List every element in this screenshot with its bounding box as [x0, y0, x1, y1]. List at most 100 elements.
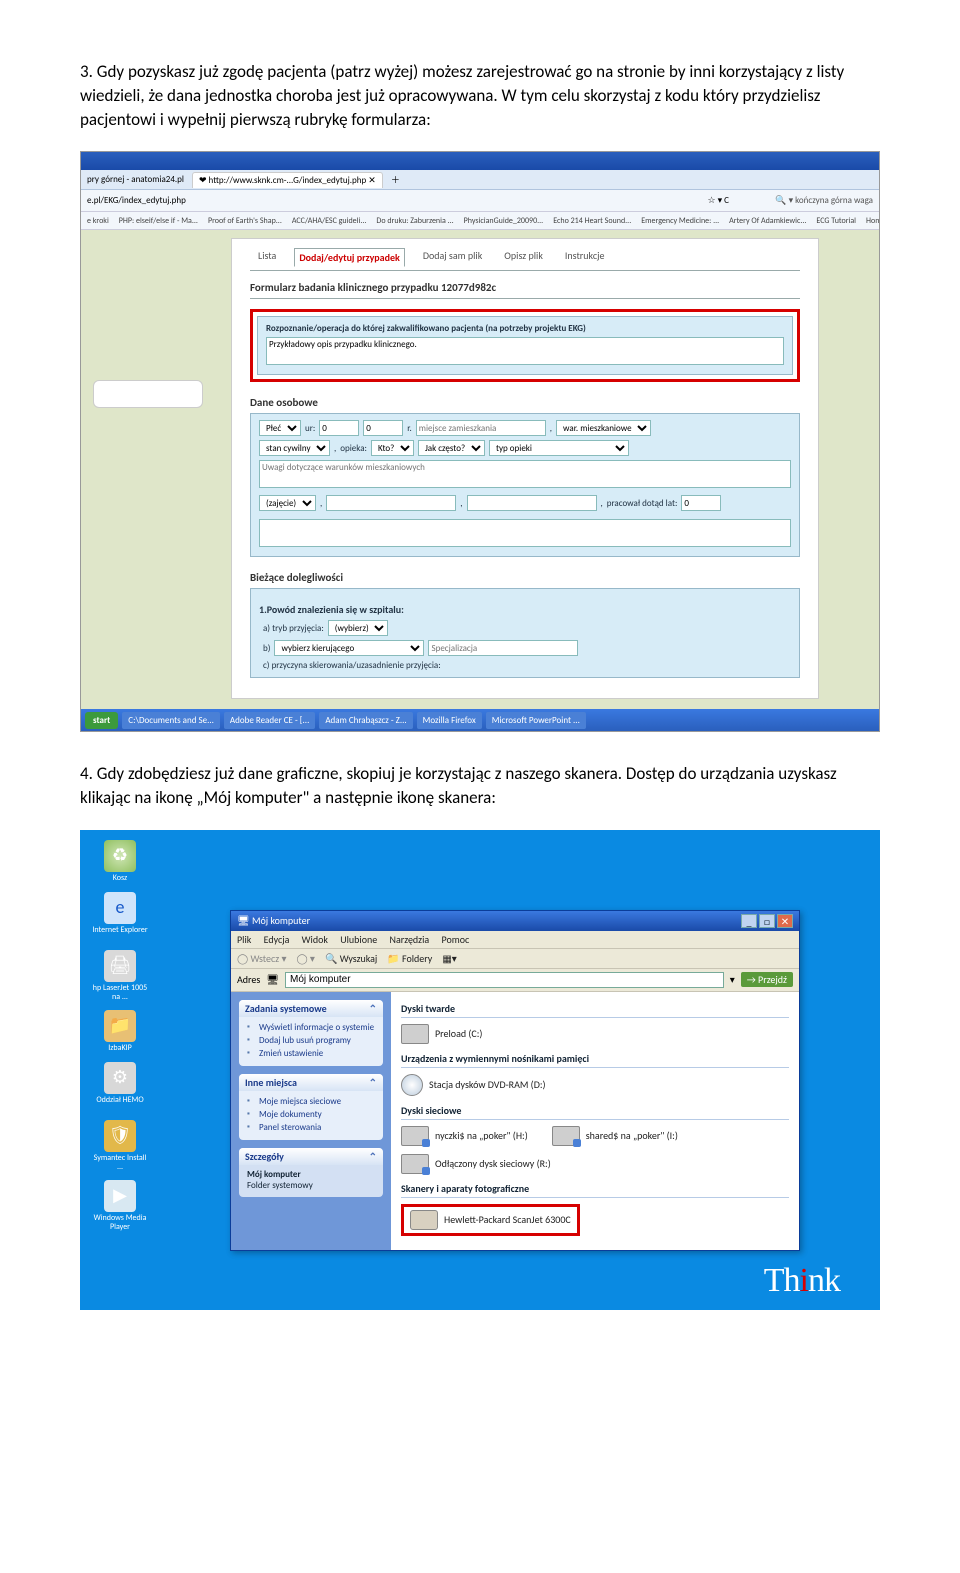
browser-tab[interactable]: pry górnej - anatomia24.pl [87, 174, 184, 185]
taskbar-item[interactable]: C:\Documents and Se... [122, 712, 220, 729]
sidebar-heading[interactable]: Zadania systemowe [239, 1000, 383, 1017]
opieka-jak-select[interactable]: Jak często? [418, 440, 485, 456]
sidebar-zadania: Zadania systemowe Wyświetl informacje o … [239, 1000, 383, 1066]
bookmark-item[interactable]: Emergency Medicine: ... [641, 216, 719, 226]
back-button[interactable]: ◯ Wstecz ▾ [237, 952, 286, 965]
bookmark-item[interactable]: PhysicianGuide_20090... [464, 216, 544, 226]
maximize-button[interactable]: □ [759, 914, 775, 928]
kierujacy-label-b: b) [263, 643, 270, 654]
search-field[interactable]: 🔍 ▾ kończyna górna waga [733, 195, 873, 206]
form-tabs: Lista Dodaj/edytuj przypadek Dodaj sam p… [250, 247, 800, 271]
sidebar-link[interactable]: Moje dokumenty [245, 1108, 377, 1121]
bookmark-item[interactable]: Home [866, 216, 879, 226]
taskbar-item[interactable]: Mozilla Firefox [417, 712, 482, 729]
form-card: Lista Dodaj/edytuj przypadek Dodaj sam p… [231, 238, 819, 699]
uwagi-warunkow-textarea[interactable] [259, 460, 791, 488]
miejsce-input[interactable] [416, 420, 546, 436]
address-dropdown-icon[interactable]: ▾ [730, 973, 735, 986]
menu-pomoc[interactable]: Pomoc [441, 933, 469, 946]
bookmark-item[interactable]: Proof of Earth's Shap... [208, 216, 282, 226]
tab-dodaj-edytuj[interactable]: Dodaj/edytuj przypadek [294, 248, 404, 267]
kierujacy-select[interactable]: wybierz kierującego [274, 640, 424, 656]
rozpoznanie-textarea[interactable]: Przykładowy opis przypadku klinicznego. [266, 337, 784, 365]
sidebar-link[interactable]: Zmień ustawienie [245, 1047, 377, 1060]
pracowal-label: pracował dotąd lat: [607, 498, 678, 509]
warunki-select[interactable]: war. mieszkaniowe [556, 420, 651, 436]
media-player-icon: ▶ [104, 1180, 136, 1212]
sidebar-link[interactable]: Panel sterowania [245, 1121, 377, 1134]
sidebar-heading[interactable]: Szczegóły [239, 1148, 383, 1165]
explorer-window: 🖥 Mój komputer _□✕ Plik Edycja Widok Ulu… [230, 910, 800, 1251]
ur-month[interactable] [363, 420, 403, 436]
desktop-icon-ie[interactable]: eInternet Explorer [92, 892, 148, 935]
bookmark-item[interactable]: ECG Tutorial [816, 216, 856, 226]
start-button[interactable]: start [85, 712, 118, 729]
scanner-device[interactable]: Hewlett-Packard ScanJet 6300C [410, 1210, 571, 1230]
desktop-icon-recycle[interactable]: ♻Kosz [92, 840, 148, 883]
drive-dvd[interactable]: Stacja dysków DVD-RAM (D:) [401, 1074, 546, 1096]
zajecie-extra-2[interactable] [467, 495, 597, 511]
go-button[interactable]: → Przejdź [741, 972, 793, 987]
address-input[interactable] [285, 972, 724, 988]
firefox-window-screenshot: pry górnej - anatomia24.pl ❤ http://www.… [80, 151, 880, 732]
opieka-kto-select[interactable]: Kto? [371, 440, 414, 456]
new-tab-button[interactable]: ＋ [391, 173, 400, 186]
url-field[interactable]: e.pl/EKG/index_edytuj.php [87, 195, 704, 206]
scanner-icon [410, 1210, 438, 1230]
menu-narzedzia[interactable]: Narzędzia [389, 933, 429, 946]
search-button[interactable]: 🔍 Wyszukaj [325, 952, 377, 965]
tab-instrukcje[interactable]: Instrukcje [561, 247, 609, 266]
bookmark-item[interactable]: Echo 214 Heart Sound... [553, 216, 631, 226]
desktop-icon-symantec[interactable]: 🛡Symantec Install ... [92, 1120, 148, 1172]
menu-plik[interactable]: Plik [237, 933, 251, 946]
tab-dodaj-plik[interactable]: Dodaj sam plik [419, 247, 486, 266]
specjalizacja-input[interactable] [428, 640, 578, 656]
drive-net-i[interactable]: shared$ na „poker" (I:) [552, 1126, 678, 1146]
zajecie-notes-textarea[interactable] [259, 519, 791, 547]
browser-tab-active[interactable]: ❤ http://www.sknk.cm-...G/index_edytuj.p… [192, 172, 383, 188]
menu-edycja[interactable]: Edycja [264, 933, 290, 946]
przyczyna-label: c) przyczyna skierowania/uzasadnienie pr… [259, 660, 791, 671]
sidebar-heading[interactable]: Inne miejsca [239, 1074, 383, 1091]
ur-day[interactable] [319, 420, 359, 436]
desktop-icon-izba[interactable]: 📁IzbaKIP [92, 1010, 148, 1053]
desktop-icon-oddzial[interactable]: ⚙Oddział HEMO [92, 1062, 148, 1105]
sidebar-link[interactable]: Wyświetl informacje o systemie [245, 1021, 377, 1034]
taskbar-item[interactable]: Microsoft PowerPoint ... [486, 712, 586, 729]
shield-icon: 🛡 [104, 1120, 136, 1152]
drive-net-h[interactable]: nyczki$ na „poker" (H:) [401, 1126, 528, 1146]
section-dane-osobowe: Dane osobowe [250, 396, 800, 409]
bookmark-item[interactable]: e kroki [87, 216, 109, 226]
bookmark-item[interactable]: ACC/AHA/ESC guideli... [292, 216, 367, 226]
opieka-typ-select[interactable]: typ opieki [489, 440, 629, 456]
minimize-button[interactable]: _ [741, 914, 757, 928]
sidebar-link[interactable]: Dodaj lub usuń programy [245, 1034, 377, 1047]
sidebar-link[interactable]: Moje miejsca sieciowe [245, 1095, 377, 1108]
menu-ulubione[interactable]: Ulubione [340, 933, 377, 946]
zajecie-select[interactable]: (zajęcie) [259, 495, 316, 511]
close-button[interactable]: ✕ [777, 914, 793, 928]
taskbar-item[interactable]: Adam Chrabąszcz - Z... [319, 712, 412, 729]
stan-cywilny-select[interactable]: stan cywilny [259, 440, 330, 456]
pracowal-lat-input[interactable] [681, 495, 721, 511]
taskbar-item[interactable]: Adobe Reader CE - [... [224, 712, 315, 729]
tab-opisz-plik[interactable]: Opisz plik [500, 247, 547, 266]
desktop-icon-media[interactable]: ▶Windows Media Player [92, 1180, 148, 1232]
tab-lista[interactable]: Lista [254, 247, 280, 266]
menu-widok[interactable]: Widok [302, 933, 328, 946]
views-button[interactable]: ▦▾ [442, 952, 456, 965]
folders-button[interactable]: 📁 Foldery [387, 952, 432, 965]
bookmark-item[interactable]: Do druku: Zaburzenia ... [376, 216, 453, 226]
bookmark-item[interactable]: Artery Of Adamkiewic... [729, 216, 806, 226]
reload-icon[interactable]: ☆ ▾ C [708, 195, 729, 206]
bookmark-item[interactable]: PHP: elseif/else if - Ma... [119, 216, 198, 226]
tryb-select[interactable]: (wybierz) [328, 620, 388, 636]
drive-disconnected-r[interactable]: Odłączony dysk sieciowy (R:) [401, 1154, 551, 1174]
details-title: Mój komputer [245, 1169, 377, 1180]
forward-button[interactable]: ◯ ▾ [296, 952, 314, 965]
plec-select[interactable]: Płeć [259, 420, 301, 436]
recycle-bin-icon: ♻ [104, 840, 136, 872]
zajecie-extra-1[interactable] [326, 495, 456, 511]
desktop-icon-printer[interactable]: 🖨hp LaserJet 1005 na ... [92, 950, 148, 1002]
drive-preload-c[interactable]: Preload (C:) [401, 1024, 482, 1044]
